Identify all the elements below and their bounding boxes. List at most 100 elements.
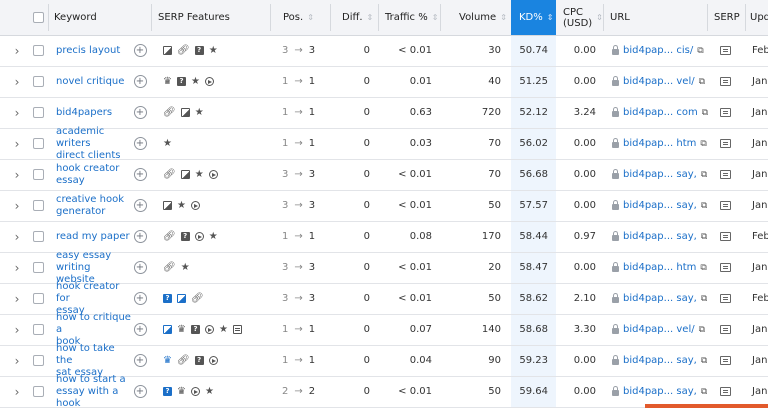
url-cell[interactable]: bid4pap... say, ⧉ bbox=[612, 159, 707, 190]
url-cell[interactable]: bid4pap... com ⧉ bbox=[612, 97, 708, 128]
url-cell[interactable]: bid4pap... htm ⧉ bbox=[612, 252, 707, 283]
serp-snapshot-button[interactable] bbox=[720, 128, 731, 159]
expand-row-chevron-icon[interactable]: › bbox=[10, 190, 24, 221]
external-link-icon[interactable]: ⧉ bbox=[701, 356, 707, 366]
external-link-icon[interactable]: ⧉ bbox=[702, 108, 708, 118]
external-link-icon[interactable]: ⧉ bbox=[699, 77, 705, 87]
serp-snapshot-button[interactable] bbox=[720, 314, 731, 345]
table-row[interactable]: › precis layout + 🔗︎? ★ 3 → 3 0 < 0.01 30 50.74 0.00… bbox=[0, 35, 768, 67]
add-to-list-button[interactable]: + bbox=[133, 190, 147, 221]
table-row[interactable]: › read my paper + 🔗︎? ★ 1 → 1 0 0.08 170 58.44 0.97 b… bbox=[0, 221, 768, 253]
serp-snapshot-button[interactable] bbox=[720, 345, 731, 376]
header-cpc[interactable]: CPC (USD) ⇕ bbox=[563, 0, 603, 35]
header-updated[interactable]: Upd bbox=[750, 0, 768, 35]
table-row[interactable]: › creative hook generator + ★ 3 → 3 0 < 0.01 50 57.… bbox=[0, 190, 768, 222]
expand-row-chevron-icon[interactable]: › bbox=[10, 35, 24, 66]
keyword-link[interactable]: hook creator for essay bbox=[56, 281, 134, 316]
url-link[interactable]: bid4pap... say, bbox=[623, 169, 697, 180]
url-cell[interactable]: bid4pap... htm ⧉ bbox=[612, 128, 707, 159]
row-checkbox[interactable] bbox=[31, 190, 45, 221]
keyword-link[interactable]: read my paper bbox=[56, 221, 134, 252]
external-link-icon[interactable]: ⧉ bbox=[701, 170, 707, 180]
expand-row-chevron-icon[interactable]: › bbox=[10, 376, 24, 407]
header-serp[interactable]: SERP bbox=[714, 0, 740, 35]
url-cell[interactable]: bid4pap... say, ⧉ bbox=[612, 283, 707, 314]
url-link[interactable]: bid4pap... vel/ bbox=[623, 76, 695, 87]
url-link[interactable]: bid4pap... vel/ bbox=[623, 324, 695, 335]
url-link[interactable]: bid4pap... com bbox=[623, 107, 698, 118]
url-link[interactable]: bid4pap... cis/ bbox=[623, 45, 693, 56]
external-link-icon[interactable]: ⧉ bbox=[700, 139, 706, 149]
header-diff[interactable]: Diff. ⇕ bbox=[342, 0, 373, 35]
table-row[interactable]: › hook creator for essay +? 🔗︎ 3 → 3 0 < 0.01 50 58… bbox=[0, 281, 768, 316]
table-row[interactable]: › academic writers direct clients + ★ 1 → 1 0 0.0… bbox=[0, 126, 768, 161]
expand-row-chevron-icon[interactable]: › bbox=[10, 345, 24, 376]
external-link-icon[interactable]: ⧉ bbox=[701, 232, 707, 242]
keyword-link[interactable]: how to start a essay with a hook bbox=[56, 374, 134, 409]
serp-snapshot-button[interactable] bbox=[720, 252, 731, 283]
expand-row-chevron-icon[interactable]: › bbox=[10, 97, 24, 128]
header-serp-features[interactable]: SERP Features bbox=[158, 0, 230, 35]
keyword-link[interactable]: hook creator essay bbox=[56, 159, 134, 190]
add-to-list-button[interactable]: + bbox=[133, 345, 147, 376]
url-cell[interactable]: bid4pap... say, ⧉ bbox=[612, 190, 707, 221]
serp-snapshot-button[interactable] bbox=[720, 35, 731, 66]
keyword-link[interactable]: academic writers direct clients bbox=[56, 126, 134, 161]
external-link-icon[interactable]: ⧉ bbox=[701, 387, 707, 397]
url-link[interactable]: bid4pap... say, bbox=[623, 355, 697, 366]
expand-row-chevron-icon[interactable]: › bbox=[10, 314, 24, 345]
url-link[interactable]: bid4pap... say, bbox=[623, 231, 697, 242]
expand-row-chevron-icon[interactable]: › bbox=[10, 252, 24, 283]
url-link[interactable]: bid4pap... htm bbox=[623, 138, 696, 149]
add-to-list-button[interactable]: + bbox=[133, 66, 147, 97]
serp-snapshot-button[interactable] bbox=[720, 376, 731, 407]
keyword-link[interactable]: precis layout bbox=[56, 35, 134, 66]
external-link-icon[interactable]: ⧉ bbox=[701, 294, 707, 304]
add-to-list-button[interactable]: + bbox=[133, 159, 147, 190]
keyword-link[interactable]: novel critique bbox=[56, 66, 134, 97]
header-kd[interactable]: KD% ⇕ bbox=[519, 0, 553, 35]
serp-snapshot-button[interactable] bbox=[720, 66, 731, 97]
add-to-list-button[interactable]: + bbox=[133, 283, 147, 314]
table-row[interactable]: › bid4papers + 🔗︎ ★ 1 → 1 0 0.63 720 52.12 3.24 bid4p… bbox=[0, 97, 768, 129]
row-checkbox[interactable] bbox=[31, 345, 45, 376]
expand-row-chevron-icon[interactable]: › bbox=[10, 283, 24, 314]
table-row[interactable]: › novel critique + ♛? ★ 1 → 1 0 0.01 40 51.25 0.00 bi… bbox=[0, 66, 768, 98]
keyword-link[interactable]: easy essay writing website bbox=[56, 250, 134, 285]
serp-snapshot-button[interactable] bbox=[720, 159, 731, 190]
row-checkbox[interactable] bbox=[31, 159, 45, 190]
keyword-link[interactable]: how to critique a book bbox=[56, 312, 134, 347]
serp-snapshot-button[interactable] bbox=[720, 221, 731, 252]
url-cell[interactable]: bid4pap... say, ⧉ bbox=[612, 221, 707, 252]
keyword-link[interactable]: creative hook generator bbox=[56, 190, 134, 221]
row-checkbox[interactable] bbox=[31, 314, 45, 345]
add-to-list-button[interactable]: + bbox=[133, 128, 147, 159]
serp-snapshot-button[interactable] bbox=[720, 283, 731, 314]
expand-row-chevron-icon[interactable]: › bbox=[10, 66, 24, 97]
url-link[interactable]: bid4pap... say, bbox=[623, 386, 697, 397]
table-row[interactable]: › hook creator essay + 🔗︎ ★ 3 → 3 0 < 0.01 70 56.68 0… bbox=[0, 159, 768, 191]
row-checkbox[interactable] bbox=[31, 66, 45, 97]
expand-row-chevron-icon[interactable]: › bbox=[10, 221, 24, 252]
serp-snapshot-button[interactable] bbox=[720, 97, 731, 128]
add-to-list-button[interactable]: + bbox=[133, 252, 147, 283]
header-url[interactable]: URL bbox=[610, 0, 630, 35]
table-row[interactable]: › easy essay writing website + 🔗︎ ★ 3 → 3 0 < 0.01… bbox=[0, 250, 768, 285]
add-to-list-button[interactable]: + bbox=[133, 97, 147, 128]
row-checkbox[interactable] bbox=[31, 252, 45, 283]
url-link[interactable]: bid4pap... say, bbox=[623, 200, 697, 211]
row-checkbox[interactable] bbox=[31, 221, 45, 252]
table-row[interactable]: › how to take the sat essay + ♛ 🔗︎? 1 → 1 0 0.04 90… bbox=[0, 343, 768, 378]
header-keyword[interactable]: Keyword bbox=[54, 0, 97, 35]
keyword-link[interactable]: how to take the sat essay bbox=[56, 343, 134, 378]
row-checkbox[interactable] bbox=[31, 128, 45, 159]
add-to-list-button[interactable]: + bbox=[133, 314, 147, 345]
url-cell[interactable]: bid4pap... vel/ ⧉ bbox=[612, 314, 705, 345]
header-pos[interactable]: Pos. ⇕ bbox=[283, 0, 314, 35]
add-to-list-button[interactable]: + bbox=[133, 221, 147, 252]
row-checkbox[interactable] bbox=[31, 283, 45, 314]
external-link-icon[interactable]: ⧉ bbox=[697, 46, 703, 56]
url-link[interactable]: bid4pap... htm bbox=[623, 262, 696, 273]
add-to-list-button[interactable]: + bbox=[133, 376, 147, 407]
table-row[interactable]: › how to critique a book + ♛? ★ 1 → 1 0 0.07 140 58.… bbox=[0, 312, 768, 347]
